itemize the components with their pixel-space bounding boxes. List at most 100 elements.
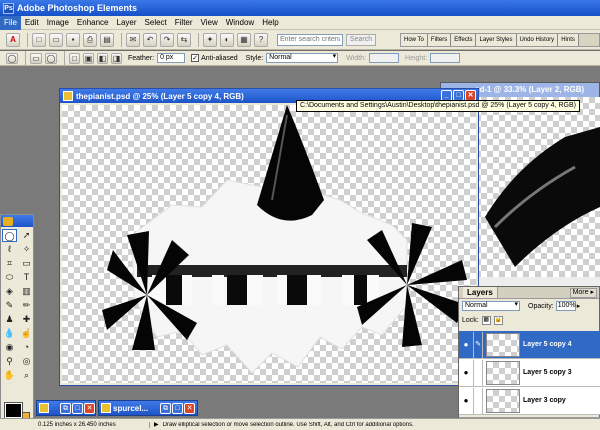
redo-icon[interactable]: ↷	[160, 32, 174, 47]
blend-mode-select[interactable]: Normal	[462, 301, 520, 311]
restore-button[interactable]: ⧉	[60, 402, 71, 414]
new-selection-icon[interactable]: □	[69, 52, 80, 64]
menu-enhance[interactable]: Enhance	[73, 16, 113, 30]
visibility-eye-icon[interactable]: ●	[459, 396, 473, 405]
layer-row[interactable]: ● ✎ Layer 5 copy 4	[459, 331, 600, 359]
minimized-window-1[interactable]: ⧉ □ ✕	[36, 400, 96, 416]
type-tool-icon[interactable]: T	[19, 271, 34, 284]
feather-input[interactable]: 0 px	[157, 53, 186, 63]
menu-image[interactable]: Image	[43, 16, 73, 30]
menu-layer[interactable]: Layer	[113, 16, 141, 30]
search-input[interactable]	[277, 33, 343, 46]
hand-tool-icon[interactable]: ✋	[2, 369, 17, 382]
pencil-tool-icon[interactable]: ✏	[19, 299, 34, 312]
style-select[interactable]: Normal	[266, 53, 339, 63]
eraser-tool-icon[interactable]: ⬭	[2, 271, 17, 284]
magic-wand-tool-icon[interactable]: ✧	[19, 243, 34, 256]
red-eye-tool-icon[interactable]: ◎	[19, 355, 34, 368]
menu-window[interactable]: Window	[222, 16, 258, 30]
menu-edit[interactable]: Edit	[21, 16, 43, 30]
healing-tool-icon[interactable]: ✚	[19, 313, 34, 326]
search-button[interactable]: Search	[346, 33, 376, 46]
ellipse-marquee-option-icon[interactable]: ◯	[45, 52, 57, 64]
document-canvas-main[interactable]	[62, 105, 476, 383]
file-browser-icon[interactable]: ▦	[237, 32, 251, 47]
open-icon[interactable]: ▭	[49, 32, 63, 47]
close-button[interactable]: ✕	[84, 402, 95, 414]
zoom-tool-icon[interactable]: ⌕	[19, 369, 34, 382]
blur-tool-icon[interactable]: 💧	[2, 327, 17, 340]
opacity-arrow-icon[interactable]: ▸	[577, 302, 581, 310]
lock-all-icon[interactable]: 🔒	[493, 315, 503, 325]
subtract-selection-icon[interactable]: ◧	[97, 52, 108, 64]
dodge-tool-icon[interactable]: ◔	[19, 341, 34, 354]
status-arrow-icon[interactable]: ▶	[154, 421, 159, 428]
step-icon[interactable]: ⇆	[177, 32, 191, 47]
palette-tab-how-to[interactable]: How To	[401, 34, 428, 46]
close-button[interactable]: ✕	[184, 402, 195, 414]
menu-file[interactable]: File	[0, 15, 21, 30]
opacity-input[interactable]: 100%	[555, 301, 576, 311]
menu-select[interactable]: Select	[141, 16, 171, 30]
visibility-eye-icon[interactable]: ●	[459, 340, 473, 349]
minimized-window-2[interactable]: spurcel... ⧉ □ ✕	[98, 400, 198, 416]
paint-bucket-tool-icon[interactable]: ◈	[2, 285, 17, 298]
new-icon[interactable]: □	[32, 32, 46, 47]
brush-tool-icon[interactable]: ✎	[2, 299, 17, 312]
smudge-tool-icon[interactable]: ☝	[19, 327, 34, 340]
layer-thumbnail	[486, 360, 520, 385]
document-icon	[101, 403, 111, 413]
maximize-button[interactable]: □	[172, 402, 183, 414]
shortcuts-toolbar: A □ ▭ ▪ ⎙ ▤ ✉ ↶ ↷ ⇆ ✦ ◐ ▦ ? Search How T…	[0, 30, 600, 50]
palette-tab-hints[interactable]: Hints	[558, 34, 579, 46]
gradient-tool-icon[interactable]: ▥	[19, 285, 34, 298]
maximize-button[interactable]: □	[72, 402, 83, 414]
lasso-tool-icon[interactable]: ℓ	[2, 243, 17, 256]
width-label: Width:	[346, 54, 367, 62]
help-icon[interactable]: ?	[254, 32, 268, 47]
menu-help[interactable]: Help	[258, 16, 282, 30]
palette-tab-effects[interactable]: Effects	[451, 34, 477, 46]
color-icon[interactable]: ◐	[220, 32, 234, 47]
layer-row[interactable]: ● Layer 3 copy	[459, 387, 600, 415]
email-icon[interactable]: ✉	[126, 32, 140, 47]
height-input[interactable]	[430, 53, 461, 63]
antialiased-checkbox[interactable]: ✓	[191, 54, 200, 62]
elliptical-marquee-tool-icon[interactable]: ◯	[2, 229, 17, 242]
layers-more-button[interactable]: More ▸	[569, 287, 597, 298]
eyedropper-tool-icon[interactable]: ⚲	[2, 355, 17, 368]
menu-view[interactable]: View	[197, 16, 222, 30]
quick-fix-icon[interactable]: ✦	[203, 32, 217, 47]
palette-tab-undo-history[interactable]: Undo History	[516, 34, 559, 46]
clone-stamp-tool-icon[interactable]: ♟	[2, 313, 17, 326]
document-window-main[interactable]: thepianist.psd @ 25% (Layer 5 copy 4, RG…	[59, 88, 479, 386]
undo-icon[interactable]: ↶	[143, 32, 157, 47]
palette-tab-layer-styles[interactable]: Layer Styles	[476, 34, 517, 46]
save-icon[interactable]: ▪	[66, 32, 80, 47]
print-icon[interactable]: ⎙	[83, 32, 97, 47]
elliptical-marquee-icon[interactable]: ◯	[6, 52, 18, 64]
visibility-eye-icon[interactable]: ●	[459, 368, 473, 377]
intersect-selection-icon[interactable]: ◨	[111, 52, 122, 64]
layers-lock-row: Lock: ▦ 🔒	[459, 313, 599, 327]
width-input[interactable]	[369, 53, 400, 63]
adobe-logo-icon[interactable]: A	[6, 32, 20, 47]
menu-filter[interactable]: Filter	[171, 16, 197, 30]
crop-tool-icon[interactable]: ⌗	[2, 257, 17, 270]
lock-transparency-icon[interactable]: ▦	[481, 315, 491, 325]
toolbox-header[interactable]	[1, 215, 33, 227]
rectangular-marquee-icon[interactable]: ▭	[30, 52, 42, 64]
layer-row[interactable]: ● Layer 5 copy 3	[459, 359, 600, 387]
palette-tab-filters[interactable]: Filters	[427, 34, 452, 46]
add-selection-icon[interactable]: ▣	[83, 52, 94, 64]
online-print-icon[interactable]: ▤	[100, 32, 114, 47]
sponge-tool-icon[interactable]: ◉	[2, 341, 17, 354]
shape-tool-icon[interactable]: ▭	[19, 257, 34, 270]
layer-thumbnail	[486, 388, 520, 413]
foreground-color-swatch[interactable]	[4, 402, 23, 419]
tool-options-bar: ◯ ▭ ◯ □ ▣ ◧ ◨ Feather: 0 px ✓ Anti-alias…	[0, 51, 600, 66]
restore-button[interactable]: ⧉	[160, 402, 171, 414]
document-icon	[39, 403, 49, 413]
move-tool-icon[interactable]: ➚	[19, 229, 34, 242]
layers-tab[interactable]: Layers	[463, 287, 498, 298]
